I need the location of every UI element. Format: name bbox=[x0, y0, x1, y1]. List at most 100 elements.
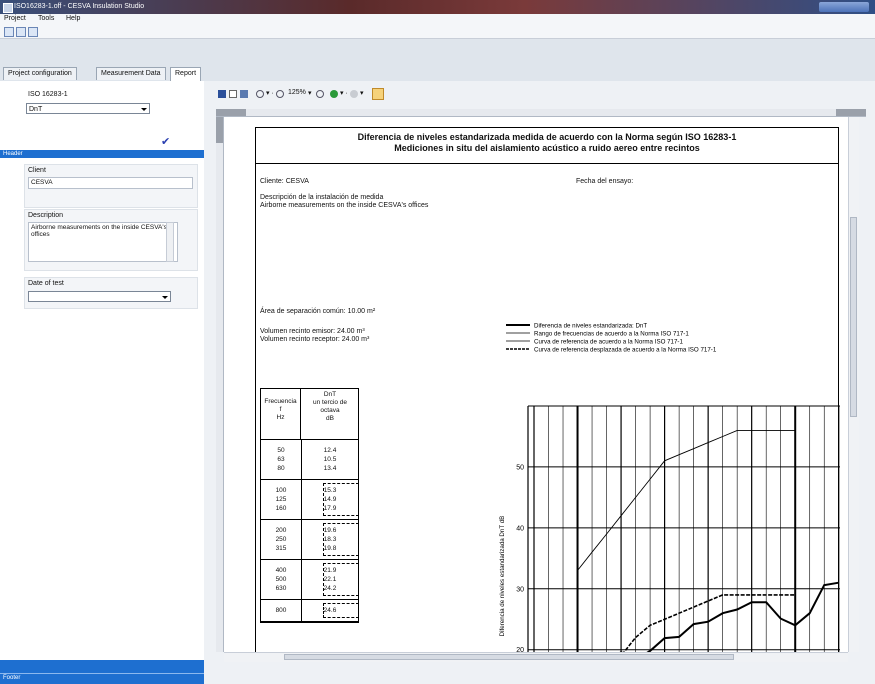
frequency-cell: 250 bbox=[275, 536, 287, 543]
vertical-scrollbar[interactable] bbox=[848, 117, 859, 652]
legend-entry: Rango de frecuencias de acuerdo a la Nor… bbox=[534, 331, 689, 338]
window-title: ISO16283-1.off - CESVA Insulation Studio bbox=[14, 3, 145, 10]
tab-measurement-data[interactable]: Measurement Data bbox=[96, 67, 166, 80]
report-area: ▾ · 125% ▾ ▾ · ▾ Diferencia de niveles e… bbox=[204, 81, 875, 684]
y-axis-label: Diferencia de niveles estandarizada DnT … bbox=[499, 516, 506, 637]
zoom-in-icon[interactable] bbox=[276, 90, 284, 98]
standard-label: ISO 16283-1 bbox=[28, 91, 68, 98]
table-row-group: 200 19.6 250 18.3 315 19.8 bbox=[261, 520, 359, 560]
zoom-dropdown-icon[interactable]: ▾ bbox=[308, 89, 312, 97]
table-row: 80 13.4 bbox=[261, 464, 358, 473]
page-icon[interactable] bbox=[229, 90, 237, 98]
tab-project-configuration[interactable]: Project configuration bbox=[3, 67, 77, 80]
frequency-cell: 50 bbox=[277, 447, 285, 454]
y-tick-label: 30 bbox=[516, 586, 524, 593]
horizontal-scrollbar[interactable] bbox=[224, 652, 848, 662]
frequency-cell: 500 bbox=[275, 576, 287, 583]
print-icon[interactable] bbox=[28, 27, 38, 37]
description-input[interactable]: Airborne measurements on the inside CESV… bbox=[28, 222, 178, 262]
legend-entry: Curva de referencia de acuerdo a la Norm… bbox=[534, 339, 683, 346]
menu-help[interactable]: Help bbox=[66, 15, 80, 22]
open-icon[interactable] bbox=[16, 27, 26, 37]
report-install-value: Airborne measurements on the inside CESV… bbox=[260, 202, 429, 209]
table-row-group: 400 21.9 500 22.1 630 24.2 bbox=[261, 560, 359, 600]
frequency-cell: 200 bbox=[275, 527, 287, 534]
vertical-ruler bbox=[216, 117, 224, 652]
y-tick-label: 50 bbox=[516, 464, 524, 471]
zoom-out-icon[interactable] bbox=[256, 90, 264, 98]
frequency-cell: 630 bbox=[275, 585, 287, 592]
client-label: Client bbox=[28, 167, 46, 174]
frequency-cell: 125 bbox=[275, 496, 287, 503]
print-icon[interactable] bbox=[240, 90, 248, 98]
description-scrollbar[interactable] bbox=[166, 222, 174, 262]
series-dnt-line bbox=[619, 581, 839, 652]
window-controls[interactable] bbox=[819, 2, 869, 12]
date-label: Date of test bbox=[28, 280, 64, 287]
header-section-bar[interactable]: Header bbox=[0, 150, 204, 158]
report-install-label: Descripción de la instalación de medida bbox=[260, 194, 384, 201]
report-volume-receptor: Volumen recinto receptor: 24.00 m³ bbox=[260, 336, 370, 343]
report-date-label: Fecha del ensayo: bbox=[576, 178, 634, 185]
parameter-select[interactable]: DnT bbox=[26, 103, 150, 114]
quick-toolbar bbox=[0, 24, 875, 39]
next-page-icon[interactable] bbox=[350, 90, 358, 98]
table-row-group: 50 12.4 63 10.5 80 13.4 bbox=[261, 440, 358, 480]
report-area: Área de separación común: 10.00 m² bbox=[260, 308, 376, 315]
frequency-cell: 400 bbox=[275, 567, 287, 574]
results-table-header: Frecuencia f Hz DnT un tercio de octava … bbox=[261, 389, 358, 440]
left-panel: ISO 16283-1 DnT Header Client CESVA Desc… bbox=[0, 81, 205, 684]
report-client: Cliente: CESVA bbox=[260, 178, 309, 185]
frequency-range-box bbox=[323, 563, 359, 596]
y-tick-label: 40 bbox=[516, 525, 524, 532]
report-page: Diferencia de niveles estandarizada medi… bbox=[224, 117, 848, 652]
nav-separator: ▾ · bbox=[340, 90, 348, 97]
horizontal-ruler bbox=[216, 109, 866, 117]
table-row: 50 12.4 bbox=[261, 446, 358, 455]
previous-page-icon[interactable] bbox=[330, 90, 338, 98]
frequency-cell: 160 bbox=[275, 505, 287, 512]
results-table: Frecuencia f Hz DnT un tercio de octava … bbox=[260, 388, 359, 623]
dnt-chart: Diferencia de niveles estandarizada: DnT… bbox=[499, 323, 840, 652]
save-icon[interactable] bbox=[218, 90, 226, 98]
frequency-cell: 100 bbox=[275, 487, 287, 494]
legend-entry: Curva de referencia desplazada de acuerd… bbox=[534, 347, 717, 354]
table-row-group: 800 24.6 bbox=[261, 600, 359, 622]
chevron-down-icon bbox=[141, 108, 147, 111]
nav-dropdown-icon[interactable]: ▾ bbox=[360, 89, 364, 97]
dnt-cell: 13.4 bbox=[323, 465, 337, 472]
export-icon[interactable] bbox=[372, 88, 384, 100]
results-table-body: 50 12.4 63 10.5 80 13.4 100 15.3 125 14.9 160 17.9 2… bbox=[261, 440, 359, 622]
table-row: 63 10.5 bbox=[261, 455, 358, 464]
report-document: Diferencia de niveles estandarizada medi… bbox=[255, 127, 840, 652]
apply-check-icon[interactable]: ✔ bbox=[161, 137, 173, 148]
frequency-range-box bbox=[323, 523, 359, 556]
date-select[interactable] bbox=[28, 291, 171, 302]
parameter-value: DnT bbox=[29, 106, 43, 113]
dnt-cell: 12.4 bbox=[323, 447, 337, 454]
report-title: Diferencia de niveles estandarizada medi… bbox=[357, 132, 737, 153]
table-row-group: 100 15.3 125 14.9 160 17.9 bbox=[261, 480, 359, 520]
frequency-cell: 63 bbox=[277, 456, 285, 463]
chevron-down-icon bbox=[162, 296, 168, 299]
main-tabs: Project configuration Measurement Data R… bbox=[0, 67, 875, 81]
description-label: Description bbox=[28, 212, 64, 219]
frequency-range-box bbox=[323, 603, 359, 618]
report-volume-emisor: Volumen recinto emisor: 24.00 m³ bbox=[260, 328, 365, 335]
menu-bar: Project Tools Help bbox=[0, 14, 875, 24]
client-input[interactable]: CESVA bbox=[28, 177, 193, 189]
title-bar: ISO16283-1.off - CESVA Insulation Studio bbox=[0, 0, 875, 14]
app-icon bbox=[3, 3, 13, 13]
footer-section-label: Footer bbox=[3, 675, 21, 681]
zoom-level[interactable]: 125% bbox=[288, 89, 306, 96]
series-shifted-reference-line bbox=[623, 594, 796, 652]
zoom-separator: ▾ · bbox=[266, 90, 274, 97]
frequency-range-box bbox=[323, 483, 359, 516]
menu-project[interactable]: Project bbox=[4, 15, 26, 22]
new-icon[interactable] bbox=[4, 27, 14, 37]
frequency-cell: 315 bbox=[275, 545, 287, 552]
tab-report[interactable]: Report bbox=[170, 67, 202, 81]
zoom-fit-icon[interactable] bbox=[316, 90, 324, 98]
footer-section-bar[interactable]: Footer bbox=[0, 660, 204, 684]
menu-tools[interactable]: Tools bbox=[38, 15, 54, 22]
